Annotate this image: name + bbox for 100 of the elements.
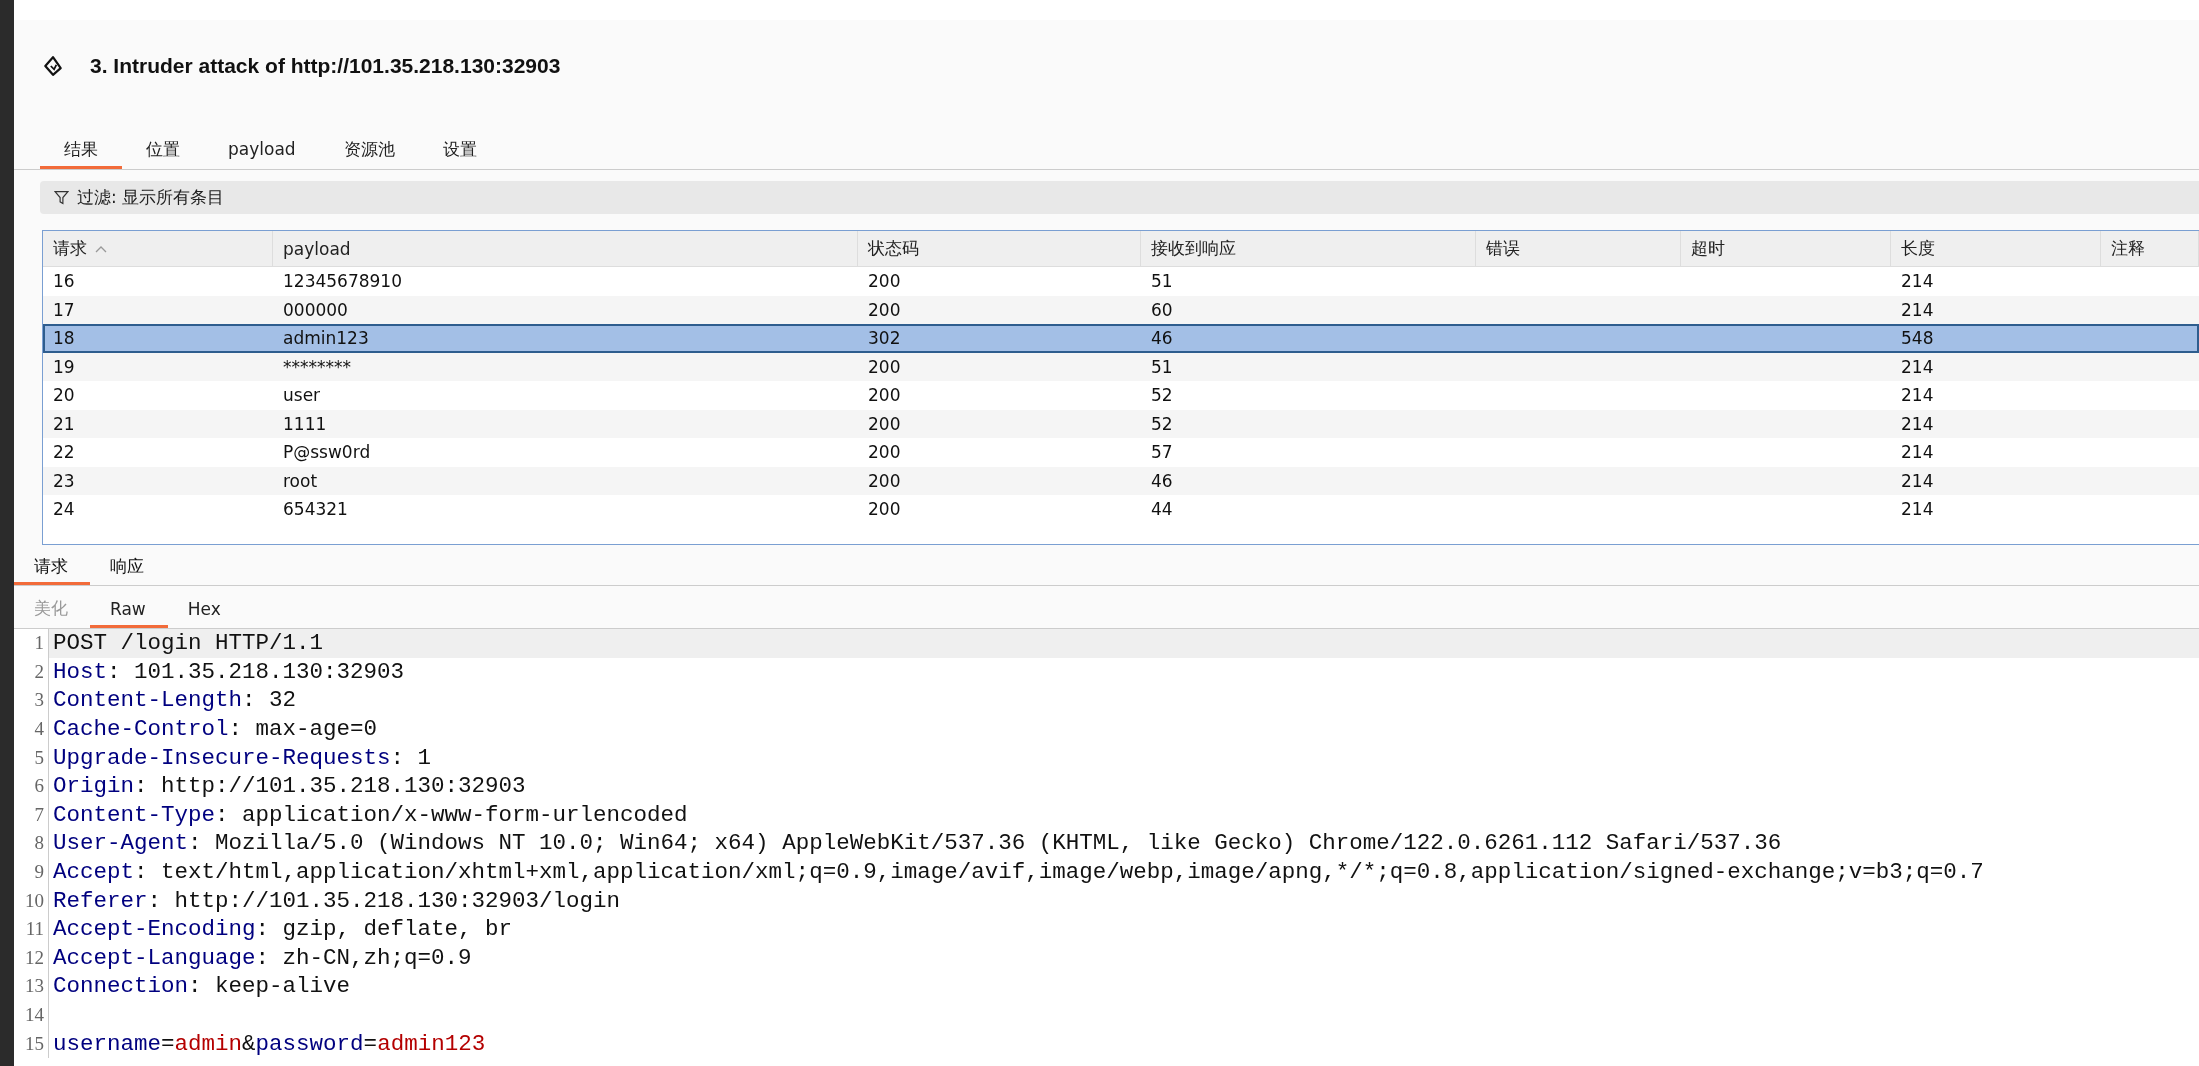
line-number: 1 [14,629,49,658]
table-cell: 200 [868,413,901,434]
table-cell: 000000 [283,299,348,320]
code-text: : max-age=0 [228,716,378,743]
table-cell: 22 [53,442,75,463]
filter-label: 过滤: 显示所有条目 [77,186,225,209]
filter-icon [54,190,69,205]
result-row[interactable]: 18 admin123 302 46 548 [43,324,2199,353]
table-cell: root [283,470,318,491]
header-name: Connection [53,973,189,1000]
table-cell: 19 [53,356,75,377]
header-name: Host [53,658,107,685]
param-name: username [53,1030,162,1057]
table-cell: 548 [1901,328,1934,349]
param-value: admin123 [377,1030,486,1057]
param-value: admin [174,1030,243,1057]
tab[interactable]: 位置 [122,132,204,169]
result-row[interactable]: 23 root 200 46 214 [43,466,2199,495]
tab[interactable]: 请求 [14,551,90,585]
column-header[interactable]: 状态码 [858,231,1141,266]
table-cell: 214 [1901,499,1934,520]
attack-title: 3. Intruder attack of http://101.35.218.130:32903 [90,54,561,78]
table-cell: 23 [53,470,75,491]
code-text: : http://101.35.218.130:32903/login [147,887,621,914]
table-cell: 57 [1151,442,1173,463]
column-header[interactable]: 超时 [1681,231,1891,266]
table-cell: 17 [53,299,75,320]
header-name: Referer [53,887,148,914]
table-cell: 214 [1901,442,1934,463]
code-text: : http://101.35.218.130:32903 [134,773,526,800]
tab[interactable]: 设置 [418,132,501,169]
tab[interactable]: 资源池 [319,132,419,169]
table-cell: admin123 [283,328,369,349]
header-name: Content-Length [53,687,243,714]
code-text: : zh-CN,zh;q=0.9 [255,944,472,971]
table-cell: 12345678910 [283,271,402,292]
code-text: = [363,1030,378,1057]
table-cell: 200 [868,442,901,463]
code-text: POST /login HTTP/1.1 [53,630,324,657]
table-cell: 200 [868,271,901,292]
table-cell: ******** [283,356,351,377]
code-text: : 101.35.218.130:32903 [107,658,405,685]
table-cell: 51 [1151,356,1173,377]
result-row[interactable]: 17 000000 200 60 214 [43,295,2199,324]
table-cell: 60 [1151,299,1173,320]
table-cell: 51 [1151,271,1173,292]
code-text: = [161,1030,175,1057]
result-row[interactable]: 20 user 200 52 214 [43,381,2199,410]
result-row[interactable]: 24 654321 200 44 214 [43,495,2199,524]
table-cell: 654321 [283,499,348,520]
result-row[interactable]: 22 P@ssw0rd 200 57 214 [43,438,2199,467]
table-cell: 214 [1901,356,1934,377]
table-cell: 24 [53,499,75,520]
header-name: Accept-Language [53,944,256,971]
code-text: : 1 [390,744,432,771]
table-cell: 46 [1151,470,1173,491]
table-cell: 214 [1901,413,1934,434]
column-header[interactable]: 请求 [43,231,273,266]
table-cell: 16 [53,271,75,292]
tab[interactable]: 结果 [40,132,122,169]
tab[interactable]: Hex [167,592,243,628]
table-cell: 214 [1901,385,1934,406]
header-name: Accept-Encoding [53,916,256,943]
table-cell: 200 [868,385,901,406]
table-cell: 200 [868,499,901,520]
code-text: : 32 [242,687,297,714]
table-cell: 214 [1901,271,1934,292]
tab[interactable]: payload [204,132,320,169]
table-cell: 200 [868,299,901,320]
header-name: Origin [53,773,134,800]
column-header[interactable]: 错误 [1476,231,1681,266]
header-name: Cache-Control [53,716,229,743]
result-row[interactable]: 19 ******** 200 51 214 [43,352,2199,381]
table-cell: 21 [53,413,75,434]
table-cell: 302 [868,328,901,349]
code-text: & [242,1030,256,1057]
column-header[interactable]: 接收到响应 [1141,231,1476,266]
table-cell: P@ssw0rd [283,442,371,463]
header-name: Upgrade-Insecure-Requests [53,744,391,771]
table-cell: 214 [1901,470,1934,491]
code-text: : Mozilla/5.0 (Windows NT 10.0; Win64; x64) AppleWebKit/537.36 (KHTML, like Gecko) Chrome/122.0.6261.112 Safari/537.36 [188,830,1782,857]
result-row[interactable]: 21 1111 200 52 214 [43,409,2199,438]
code-text: : gzip, deflate, br [255,916,513,943]
column-header[interactable]: 长度 [1891,231,2101,266]
table-cell: 52 [1151,413,1173,434]
table-cell: 214 [1901,299,1934,320]
column-header[interactable]: 注释 [2101,231,2199,266]
table-cell: 44 [1151,499,1173,520]
code-text: : text/html,application/xhtml+xml,application/xml;q=0.9,image/avif,image/webp,image/apng,*/*;q=0.8,application/signed-exchange;v=b3;q=0.7 [134,859,1984,886]
tab[interactable]: 响应 [90,551,166,585]
burp-logo-icon [42,55,64,77]
table-cell: 1111 [283,413,327,434]
param-name: password [255,1030,364,1057]
column-header[interactable]: payload [273,231,858,266]
sort-ascending-icon [95,244,107,253]
filter-bar[interactable]: 过滤: 显示所有条目 [40,181,2199,214]
result-row[interactable]: 16 12345678910 200 51 214 [43,267,2199,296]
code-text: : application/x-www-form-urlencoded [215,801,688,828]
table-cell: 200 [868,356,901,377]
table-cell: 18 [53,328,75,349]
